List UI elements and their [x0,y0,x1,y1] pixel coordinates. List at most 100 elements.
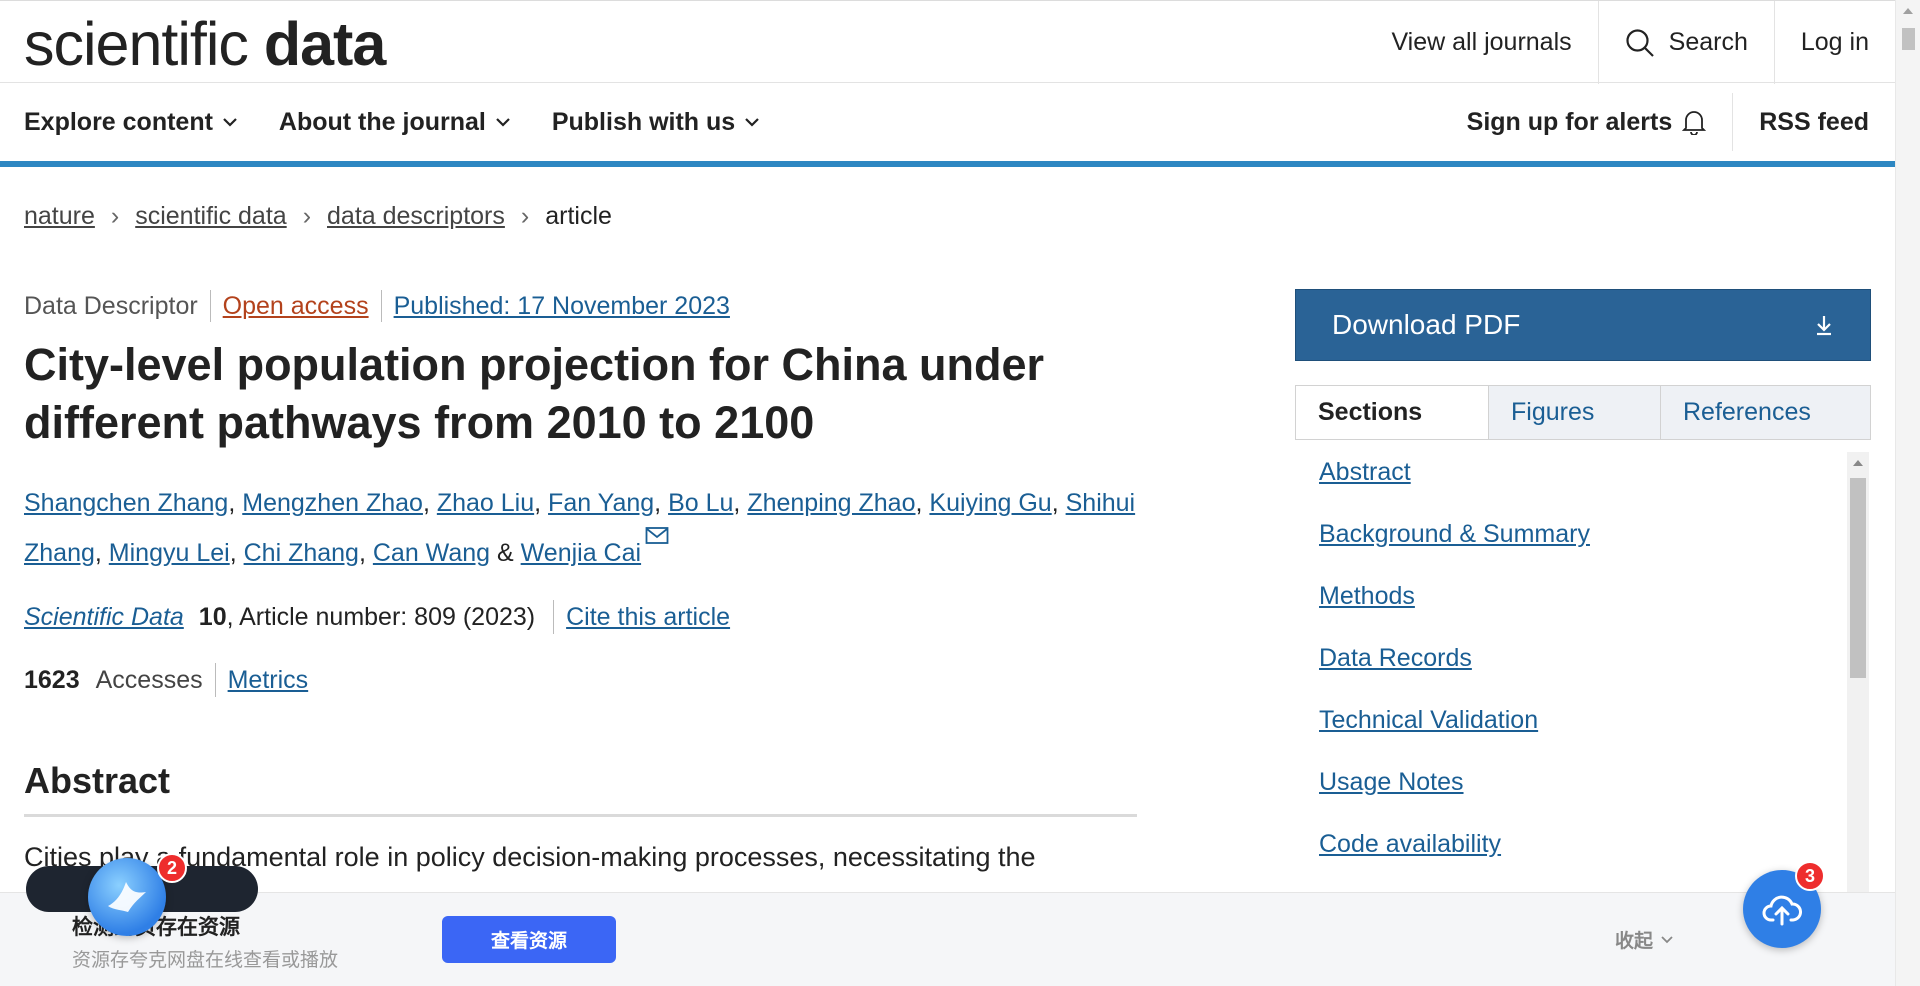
author-link[interactable]: Zhenping Zhao [747,489,915,517]
section-link-code-availability[interactable]: Code availability [1319,830,1501,858]
page-scrollbar[interactable] [1895,0,1920,986]
accesses-count: 1623 [24,665,80,694]
author-separator: , [534,489,549,517]
nav-label: Explore content [24,107,213,136]
divider [214,663,216,697]
journal-logo[interactable]: scientific data [24,9,386,79]
section-link-background[interactable]: Background & Summary [1319,520,1590,548]
chevron-down-icon [496,118,510,127]
alerts-label: Sign up for alerts [1466,107,1673,136]
chevron-right-icon: › [302,202,312,230]
section-item: Data Records [1319,644,1590,706]
author-separator: , [228,489,243,517]
view-all-journals-link[interactable]: View all journals [1365,1,1597,84]
login-link[interactable]: Log in [1773,1,1895,84]
author-link[interactable]: Fan Yang [548,489,654,517]
search-button[interactable]: Search [1597,1,1774,84]
journal-name-link[interactable]: Scientific Data [24,603,184,632]
metrics-link[interactable]: Metrics [228,666,309,695]
author-separator: , [229,539,244,567]
download-icon [1817,316,1831,336]
section-link-abstract[interactable]: Abstract [1319,458,1411,486]
bird-icon [108,882,146,912]
chevron-down-icon [1661,935,1673,943]
article-title: City-level population projection for Chi… [24,339,1045,448]
cloud-upload-icon [1762,895,1802,926]
sections-list: Abstract Background & Summary Methods Da… [1319,458,1590,892]
header-actions: View all journals Search Log in [1365,1,1895,84]
main-nav: Explore content About the journal Publis… [0,83,1895,167]
author-link[interactable]: Mengzhen Zhao [242,489,423,517]
tab-figures[interactable]: Figures [1488,386,1660,439]
tab-references[interactable]: References [1660,386,1870,439]
notification-badge: 2 [157,853,187,883]
sign-up-alerts-link[interactable]: Sign up for alerts [1441,93,1733,151]
author-and: & [490,539,521,567]
author-list: Shangchen Zhang, Mengzhen Zhao, Zhao Liu… [24,478,1144,578]
scrollbar-thumb[interactable] [1850,478,1866,678]
breadcrumb-scientific-data[interactable]: scientific data [135,202,286,231]
breadcrumb-nature[interactable]: nature [24,202,95,231]
section-item: Abstract [1319,458,1590,520]
sections-scrollbar[interactable] [1847,452,1869,892]
section-item: Background & Summary [1319,520,1590,582]
author-separator: , [915,489,930,517]
resource-banner: 检测到页存在资源 资源存夸克网盘在线查看或播放 查看资源 收起 [0,892,1895,986]
section-link-technical-validation[interactable]: Technical Validation [1319,706,1538,734]
logo-text-light: scientific [24,10,249,78]
search-icon [1626,28,1654,57]
nav-label: Publish with us [551,107,736,136]
author-link[interactable]: Kuiying Gu [929,489,1051,517]
author-link[interactable]: Can Wang [373,539,490,567]
search-label: Search [1668,28,1748,56]
mail-icon[interactable] [645,526,669,546]
published-date-link[interactable]: Published: 17 November 2023 [394,292,730,321]
nav-about-journal[interactable]: About the journal [279,108,510,137]
view-resource-button[interactable]: 查看资源 [442,916,616,963]
cite-article-link[interactable]: Cite this article [566,603,730,632]
divider [553,600,555,634]
logo-text-bold: data [263,10,386,78]
author-link[interactable]: Bo Lu [668,489,733,517]
volume-number: 10 [198,602,227,631]
article-type: Data Descriptor [24,291,198,320]
breadcrumb-data-descriptors[interactable]: data descriptors [327,202,505,231]
section-link-methods[interactable]: Methods [1319,582,1415,610]
section-item: Usage Notes [1319,768,1590,830]
nav-publish-with-us[interactable]: Publish with us [552,108,759,137]
article-meta: Data Descriptor Open access Published: 1… [24,290,730,322]
section-link-data-records[interactable]: Data Records [1319,644,1472,672]
scroll-up-arrow-icon[interactable] [1853,460,1863,466]
author-link[interactable]: Wenjia Cai [521,539,641,567]
author-link[interactable]: Shangchen Zhang [24,489,228,517]
chevron-down-icon [745,118,759,127]
author-separator: , [358,539,373,567]
citation-line: Scientific Data 10 , Article number: 809… [24,600,730,634]
sidebar-tabs: Sections Figures References [1295,385,1871,440]
accesses-label: Accesses [95,665,203,694]
author-link[interactable]: Zhao Liu [437,489,534,517]
divider [380,290,382,322]
nav-explore-content[interactable]: Explore content [24,108,237,137]
nav-label: About the journal [278,107,486,136]
open-access-link[interactable]: Open access [223,292,369,321]
author-separator: , [422,489,437,517]
author-link[interactable]: Chi Zhang [244,539,359,567]
chevron-down-icon [223,118,237,127]
rss-feed-link[interactable]: RSS feed [1732,93,1895,151]
author-link[interactable]: Mingyu Lei [109,539,230,567]
scrollbar-thumb[interactable] [1902,28,1915,50]
bell-icon [1682,111,1707,135]
divider [209,290,211,322]
chevron-right-icon: › [520,202,530,230]
chevron-right-icon: › [110,202,120,230]
author-separator: , [1051,489,1066,517]
scroll-up-arrow-icon[interactable] [1903,8,1913,14]
metrics-line: 1623 Accesses Metrics [24,663,308,697]
floating-assistant-button[interactable] [88,858,166,936]
section-link-usage-notes[interactable]: Usage Notes [1319,768,1464,796]
collapse-button[interactable]: 收起 [1615,926,1673,953]
tab-sections[interactable]: Sections [1296,386,1488,439]
section-item: Technical Validation [1319,706,1590,768]
download-pdf-button[interactable]: Download PDF [1295,289,1871,361]
